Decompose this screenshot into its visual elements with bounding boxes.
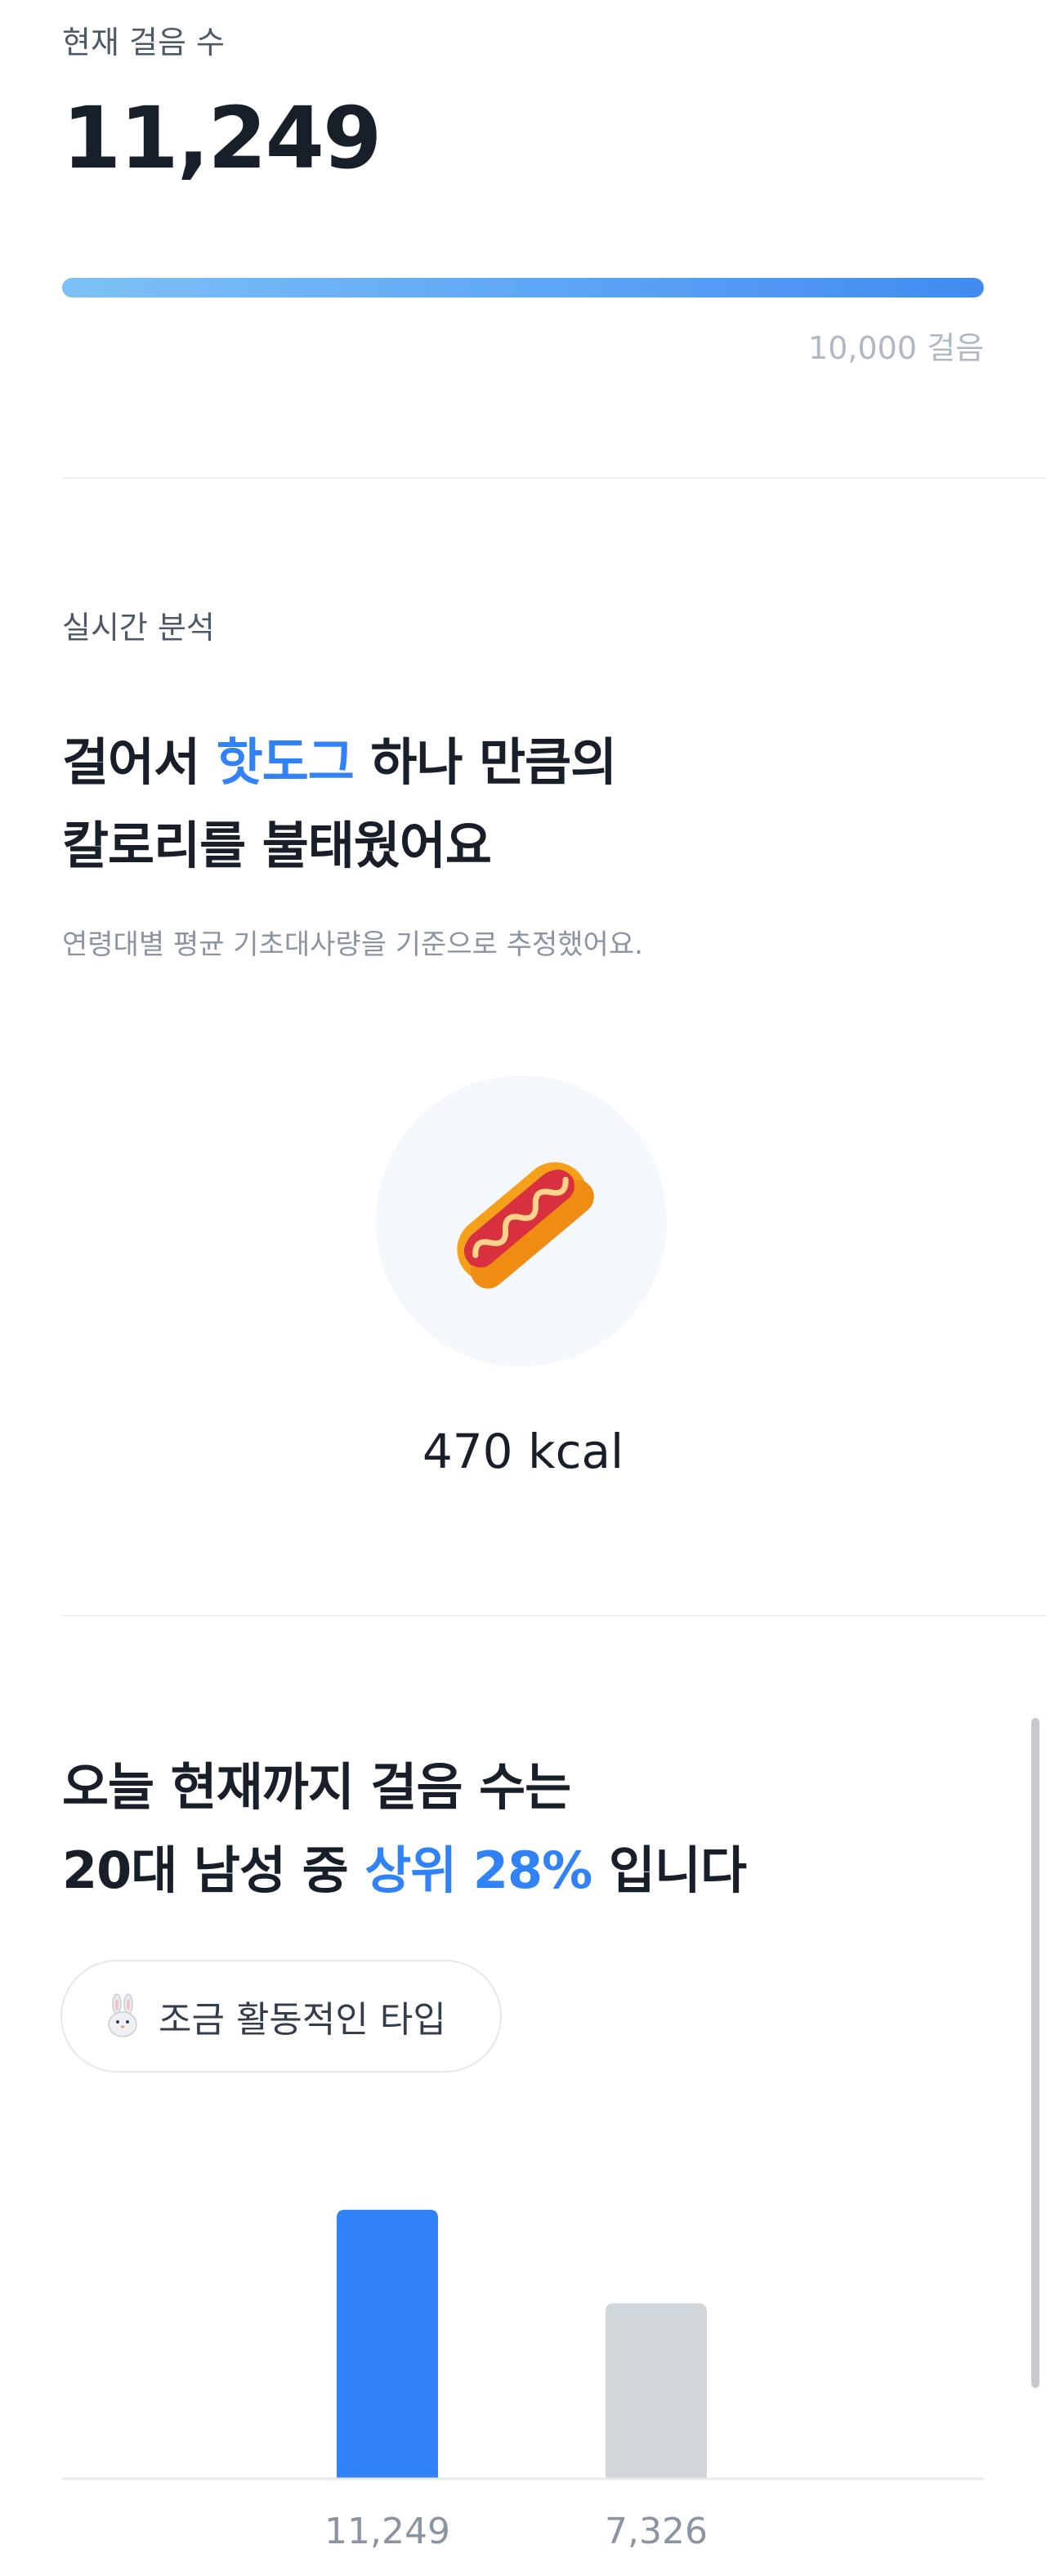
steps-progress-bar: [62, 278, 984, 297]
chart-bar: [337, 2209, 438, 2478]
analysis-title-food: 핫도그: [216, 732, 355, 792]
steps-progress-fill: [62, 278, 984, 297]
ranking-title: 오늘 현재까지 걸음 수는 20대 남성 중 상위 28% 입니다: [62, 1746, 984, 1912]
chart-svg: 11,249 7,326: [62, 2209, 984, 2552]
activity-type-chip[interactable]: 조금 활동적인 타입: [60, 1960, 502, 2073]
steps-goal: 10,000 걸음: [808, 330, 984, 366]
scrollbar[interactable]: [1031, 1718, 1039, 2388]
food-illustration: [376, 1076, 667, 1366]
kcal-value: 470 kcal: [422, 1424, 624, 1479]
steps-label: 현재 걸음 수: [62, 25, 225, 60]
analysis-subtitle: 연령대별 평균 기초대사량을 기준으로 추정했어요.: [62, 928, 643, 961]
ranking-percentile: 상위 28%: [364, 1840, 592, 1900]
analysis-title-line2: 칼로리를 불태웠어요: [62, 816, 492, 875]
ranking-line1: 오늘 현재까지 걸음 수는: [62, 1757, 571, 1817]
ranking-line2-suffix: 입니다: [592, 1840, 747, 1900]
analysis-title: 걸어서 핫도그 하나 만큼의 칼로리를 불태웠어요: [62, 721, 984, 888]
steps-count: 11,249: [62, 88, 382, 188]
ranking-line2-prefix: 20대 남성 중: [62, 1840, 365, 1900]
step-analysis-page: 현재 걸음 수 11,249 10,000 걸음 실시간 분석 걸어서 핫도그 …: [0, 0, 1046, 2576]
chart-category-label: 7,326: [605, 2511, 708, 2552]
rabbit-icon: [108, 1993, 137, 2037]
steps-comparison-chart: 11,249 7,326: [62, 2207, 984, 2576]
chart-category-label: 11,249: [324, 2511, 450, 2552]
analysis-label: 실시간 분석: [62, 610, 215, 646]
analysis-title-suffix: 하나 만큼의: [353, 732, 617, 792]
hotdog-icon: [457, 1162, 594, 1289]
divider: [62, 477, 1046, 479]
chart-bar: [606, 2303, 707, 2478]
analysis-title-prefix: 걸어서: [62, 732, 217, 792]
divider: [62, 1615, 1046, 1617]
activity-type-label: 조금 활동적인 타입: [159, 1999, 446, 2041]
